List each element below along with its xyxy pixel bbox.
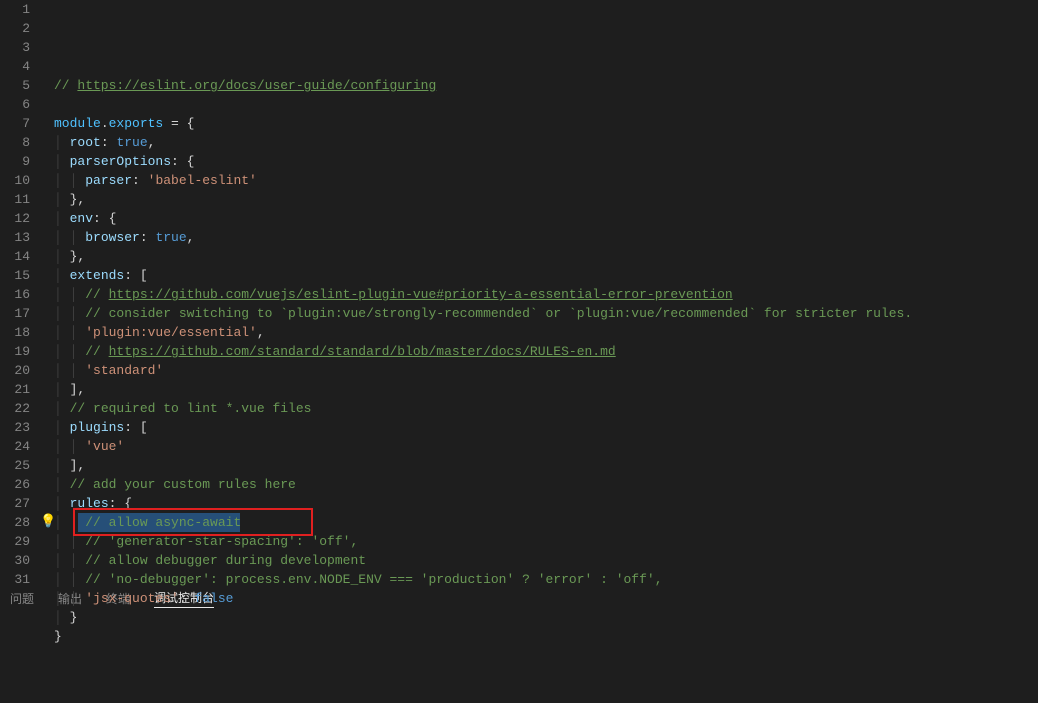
line-number: 20 (0, 361, 30, 380)
code-line[interactable]: │ }, (54, 190, 1038, 209)
line-number: 4 (0, 57, 30, 76)
line-number: 11 (0, 190, 30, 209)
line-number: 25 (0, 456, 30, 475)
lightbulb-icon[interactable]: 💡 (40, 514, 56, 529)
line-number: 1 (0, 0, 30, 19)
line-number: 16 (0, 285, 30, 304)
code-line[interactable]: │ extends: [ (54, 266, 1038, 285)
line-number-gutter: 1234567891011121314151617181920212223242… (0, 0, 42, 586)
line-number: 28 (0, 513, 30, 532)
code-line[interactable]: │ │ 'standard' (54, 361, 1038, 380)
code-line[interactable]: │ plugins: [ (54, 418, 1038, 437)
line-number: 29 (0, 532, 30, 551)
code-line[interactable]: │ ], (54, 380, 1038, 399)
code-line[interactable]: │ parserOptions: { (54, 152, 1038, 171)
line-number: 10 (0, 171, 30, 190)
code-line[interactable]: │ │ // 'no-debugger': process.env.NODE_E… (54, 570, 1038, 589)
line-number: 2 (0, 19, 30, 38)
code-line[interactable]: │ // required to lint *.vue files (54, 399, 1038, 418)
code-line[interactable]: } (54, 627, 1038, 646)
line-number: 14 (0, 247, 30, 266)
code-line[interactable]: │ root: true, (54, 133, 1038, 152)
line-number: 23 (0, 418, 30, 437)
line-number: 22 (0, 399, 30, 418)
line-number: 12 (0, 209, 30, 228)
code-line[interactable]: │ │ // https://github.com/vuejs/eslint-p… (54, 285, 1038, 304)
code-line[interactable]: // https://eslint.org/docs/user-guide/co… (54, 76, 1038, 95)
line-number: 17 (0, 304, 30, 323)
line-number: 19 (0, 342, 30, 361)
code-line[interactable]: │ │ // allow debugger during development (54, 551, 1038, 570)
line-number: 15 (0, 266, 30, 285)
line-number: 8 (0, 133, 30, 152)
code-line[interactable]: │ env: { (54, 209, 1038, 228)
line-number: 27 (0, 494, 30, 513)
code-line[interactable]: │ │ // https://github.com/standard/stand… (54, 342, 1038, 361)
code-line[interactable]: module.exports = { (54, 114, 1038, 133)
code-line[interactable]: │ │ 'plugin:vue/essential', (54, 323, 1038, 342)
line-number: 5 (0, 76, 30, 95)
line-number: 13 (0, 228, 30, 247)
code-line[interactable]: │ │ parser: 'babel-eslint' (54, 171, 1038, 190)
code-line[interactable]: │ │ // consider switching to `plugin:vue… (54, 304, 1038, 323)
code-area[interactable]: // https://eslint.org/docs/user-guide/co… (42, 0, 1038, 586)
code-line[interactable]: │ }, (54, 247, 1038, 266)
line-number: 24 (0, 437, 30, 456)
code-line[interactable]: │ ], (54, 456, 1038, 475)
line-number: 6 (0, 95, 30, 114)
code-line[interactable]: │ │ browser: true, (54, 228, 1038, 247)
code-line[interactable]: │ // add your custom rules here (54, 475, 1038, 494)
code-line[interactable]: │ } (54, 608, 1038, 627)
line-number: 26 (0, 475, 30, 494)
line-number: 21 (0, 380, 30, 399)
code-line[interactable]: │ │ 'jsx-quotes': false (54, 589, 1038, 608)
line-number: 30 (0, 551, 30, 570)
code-line[interactable] (54, 646, 1038, 665)
line-number: 3 (0, 38, 30, 57)
panel-tab[interactable]: 问题 (10, 590, 34, 607)
line-number: 9 (0, 152, 30, 171)
code-line[interactable]: │ rules: { (54, 494, 1038, 513)
code-line[interactable] (54, 95, 1038, 114)
code-editor[interactable]: 1234567891011121314151617181920212223242… (0, 0, 1038, 586)
code-line[interactable]: │ │ // 'generator-star-spacing': 'off', (54, 532, 1038, 551)
line-number: 18 (0, 323, 30, 342)
code-line[interactable]: │ │ 'vue' (54, 437, 1038, 456)
line-number: 7 (0, 114, 30, 133)
code-line[interactable]: │ │ // allow async-await (54, 513, 1038, 532)
